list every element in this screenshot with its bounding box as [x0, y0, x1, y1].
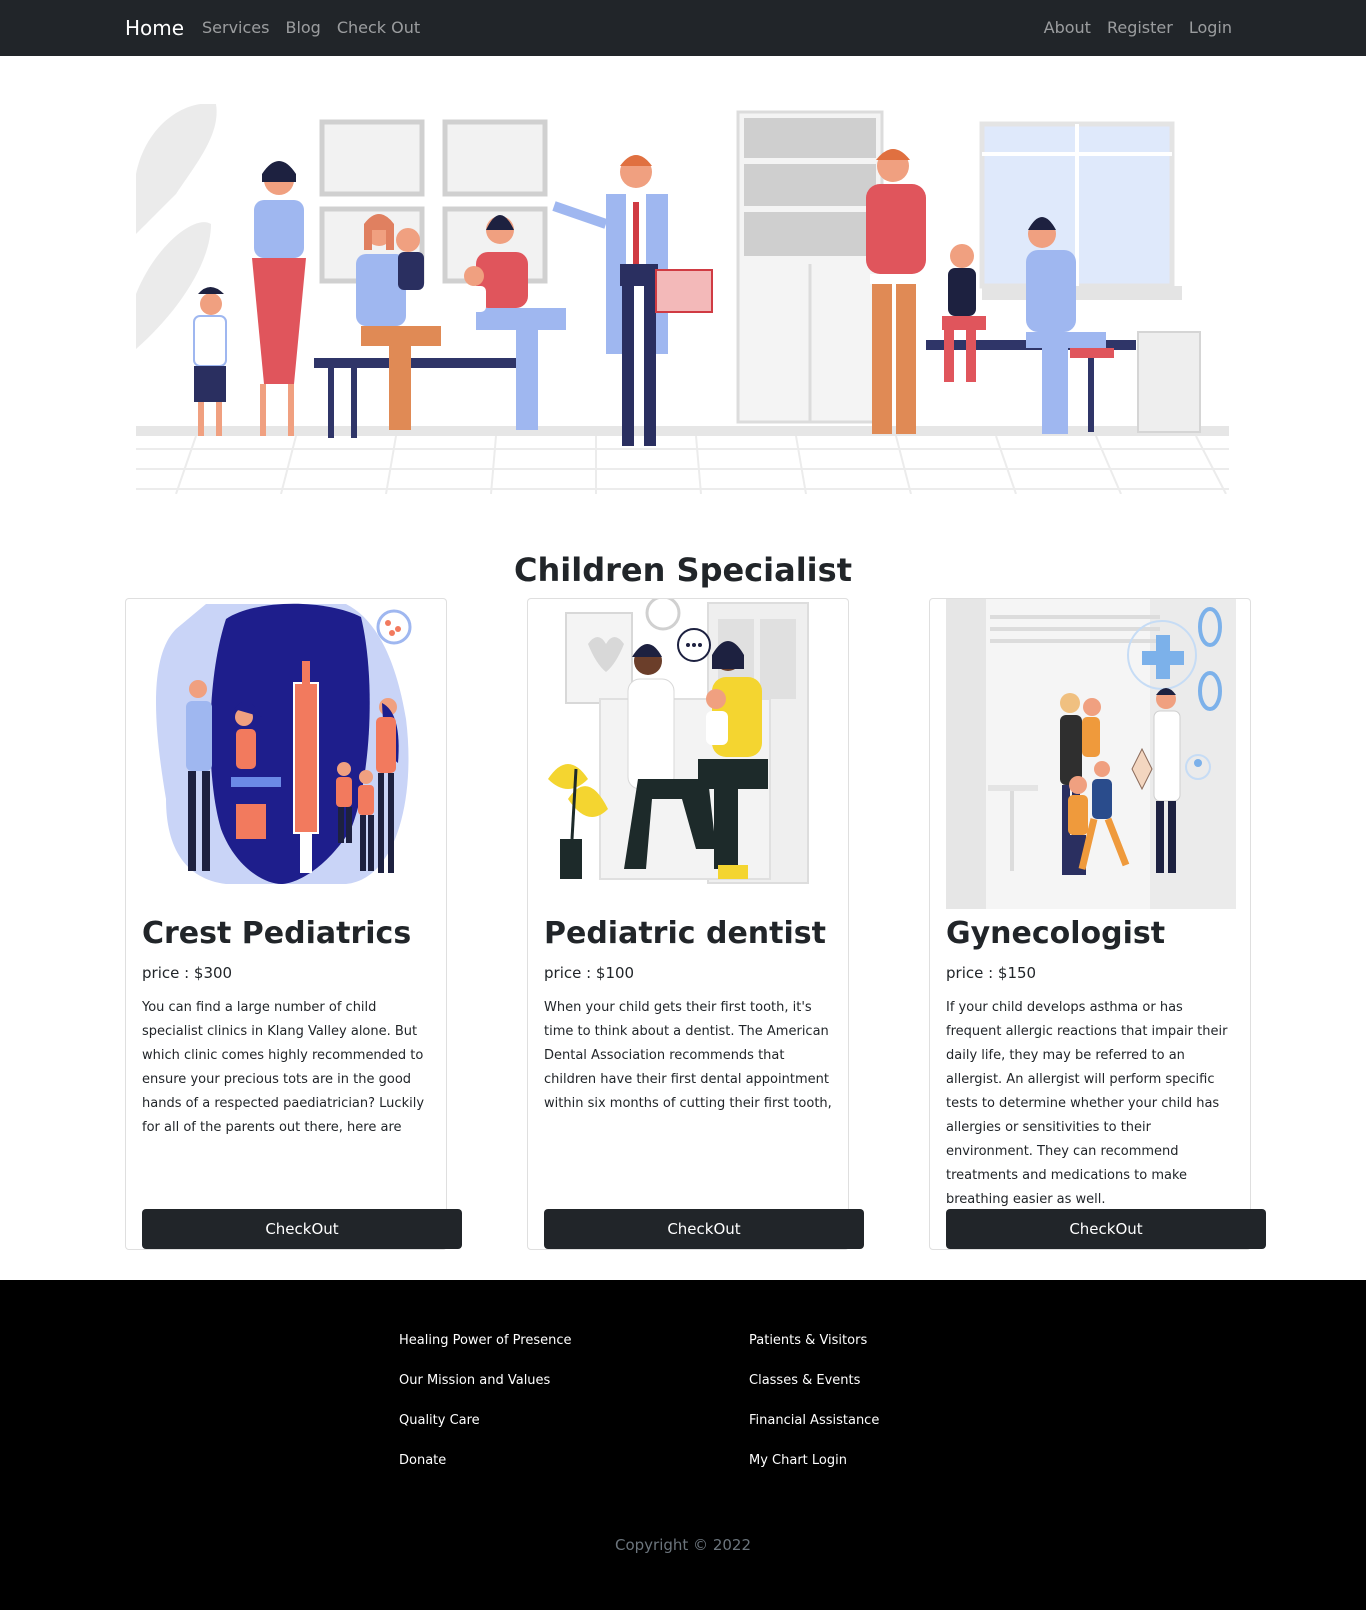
card-body: Crest Pediatrics price : $300 You can fi…	[142, 909, 442, 1140]
checkout-button[interactable]: CheckOut	[142, 1209, 462, 1249]
nav-link-login[interactable]: Login	[1189, 18, 1232, 37]
card-body: Gynecologist price : $150 If your child …	[946, 909, 1246, 1212]
nav-link-checkout[interactable]: Check Out	[337, 18, 420, 37]
nav-link-register[interactable]: Register	[1107, 18, 1173, 37]
card-price: price : $300	[142, 964, 233, 982]
section-title: Children Specialist	[514, 551, 852, 589]
footer-link-mychart-login[interactable]: My Chart Login	[749, 1452, 879, 1470]
card-price: price : $100	[544, 964, 635, 982]
nav-link-services[interactable]: Services	[202, 18, 269, 37]
card-title: Crest Pediatrics	[142, 916, 412, 951]
footer-link-patients-visitors[interactable]: Patients & Visitors	[749, 1332, 879, 1350]
service-card-pediatric-dentist: Pediatric dentist price : $100 When your…	[527, 598, 864, 1250]
nav-link-blog[interactable]: Blog	[285, 18, 320, 37]
card-image	[528, 599, 848, 909]
footer-link-financial-assistance[interactable]: Financial Assistance	[749, 1412, 879, 1430]
card-title: Pediatric dentist	[544, 916, 826, 951]
footer-link-mission-values[interactable]: Our Mission and Values	[399, 1372, 572, 1390]
footer-link-quality-care[interactable]: Quality Care	[399, 1412, 572, 1430]
card-body: Pediatric dentist price : $100 When your…	[544, 909, 844, 1116]
footer: Healing Power of Presence Our Mission an…	[0, 1280, 1366, 1610]
footer-link-donate[interactable]: Donate	[399, 1452, 572, 1470]
card-title: Gynecologist	[946, 916, 1166, 951]
service-card-crest-pediatrics: Crest Pediatrics price : $300 You can fi…	[125, 598, 462, 1250]
navbar: Home Services Blog Check Out About Regis…	[0, 0, 1366, 56]
card-image	[126, 599, 446, 909]
card-description: You can find a large number of child spe…	[142, 1000, 425, 1135]
copyright: Copyright © 2022	[614, 1536, 751, 1554]
nav-left-links: Services Blog Check Out	[202, 18, 420, 37]
checkout-button[interactable]: CheckOut	[946, 1209, 1266, 1249]
card-image	[930, 599, 1250, 909]
hero-illustration	[136, 103, 1229, 495]
footer-link-classes-events[interactable]: Classes & Events	[749, 1372, 879, 1390]
checkout-button[interactable]: CheckOut	[544, 1209, 864, 1249]
footer-links-column-2: Patients & Visitors Classes & Events Fin…	[749, 1332, 879, 1470]
card-description: If your child develops asthma or has fre…	[946, 1000, 1228, 1207]
footer-links-column-1: Healing Power of Presence Our Mission an…	[399, 1332, 572, 1470]
card-price: price : $150	[946, 964, 1037, 982]
brand-home-link[interactable]: Home	[125, 16, 184, 40]
service-card-gynecologist: Gynecologist price : $150 If your child …	[929, 598, 1266, 1250]
nav-right-links: About Register Login	[1044, 18, 1232, 37]
nav-link-about[interactable]: About	[1044, 18, 1091, 37]
footer-link-healing-power[interactable]: Healing Power of Presence	[399, 1332, 572, 1350]
card-description: When your child gets their first tooth, …	[544, 1000, 832, 1111]
